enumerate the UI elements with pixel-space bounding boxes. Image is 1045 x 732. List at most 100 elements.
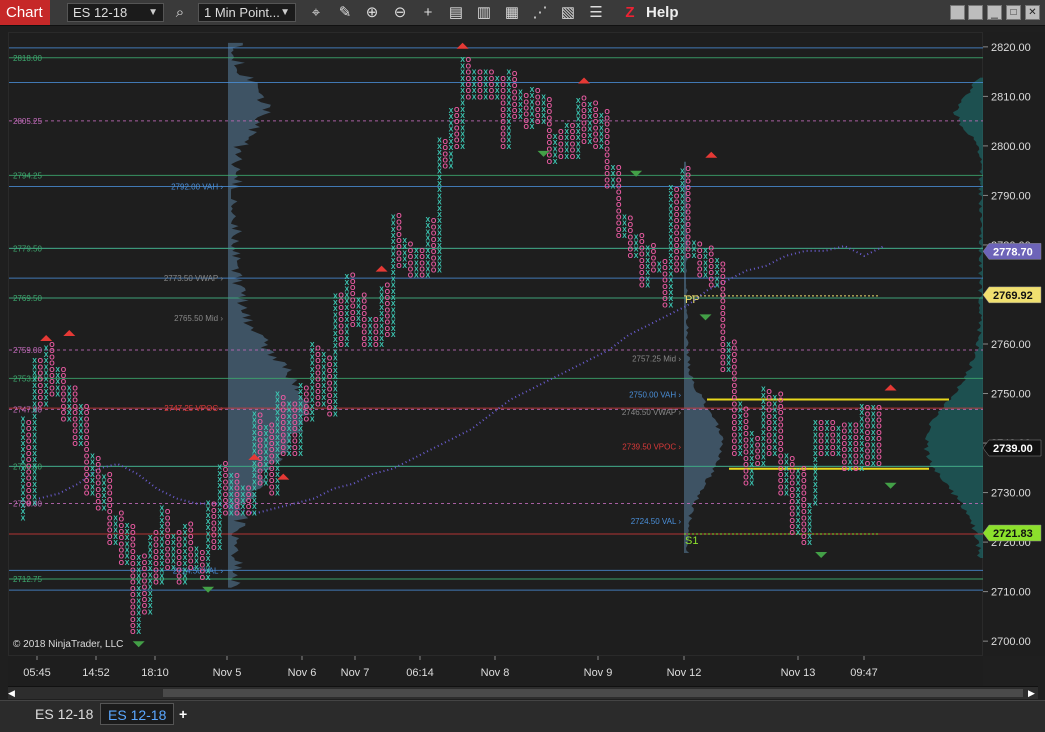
- close-icon[interactable]: ✕: [1025, 5, 1040, 20]
- pnf-x-box: X: [668, 197, 673, 204]
- pnf-x-box: X: [587, 133, 592, 140]
- pnf-o-box: O: [26, 451, 32, 458]
- pnf-o-box: O: [338, 299, 344, 306]
- pnf-o-box: O: [500, 107, 506, 114]
- zoom-out-icon[interactable]: ⊖: [390, 3, 410, 22]
- pnf-x-box: X: [437, 206, 442, 213]
- pnf-o-box: O: [431, 243, 437, 250]
- pnf-x-box: X: [206, 525, 211, 532]
- maximize-icon[interactable]: □: [1006, 5, 1021, 20]
- minimize-icon[interactable]: _: [987, 5, 1002, 20]
- pnf-x-box: X: [576, 110, 581, 117]
- pnf-o-box: O: [732, 352, 738, 359]
- pnf-o-box: O: [801, 491, 807, 498]
- pnf-x-box: X: [21, 435, 26, 442]
- horizontal-scrollbar[interactable]: ◀ ▶: [8, 686, 1038, 699]
- pnf-x-box: X: [240, 510, 245, 517]
- pnf-o-box: O: [778, 466, 784, 473]
- add-tab-button[interactable]: +: [172, 703, 194, 725]
- pnf-o-box: O: [61, 385, 67, 392]
- price-axis[interactable]: 2820.002810.002800.002790.002780.002770.…: [983, 32, 1045, 656]
- help-button[interactable]: Help: [646, 3, 679, 22]
- pnf-o-box: O: [176, 536, 182, 543]
- pnf-o-box: O: [732, 377, 738, 384]
- indicators-icon[interactable]: ⋰: [530, 3, 550, 22]
- time-axis[interactable]: 05:45 14:52 18:10 Nov 5 Nov 6 Nov 7 06:14 Nov 8…: [8, 656, 983, 686]
- left-level-label-5: 2759.00: [13, 346, 42, 355]
- pnf-x-box: X: [148, 609, 153, 616]
- tab-es-12-18-inactive[interactable]: ES 12-18: [28, 703, 100, 725]
- pnf-x-box: X: [437, 212, 442, 219]
- tab-es-12-18-active[interactable]: ES 12-18: [100, 703, 174, 725]
- pnf-x-box: X: [44, 358, 49, 365]
- pnf-x-box: X: [611, 165, 616, 172]
- pnf-x-box: X: [680, 231, 685, 238]
- crosshair-x-icon[interactable]: ⌖: [306, 3, 326, 22]
- pnf-o-box: O: [865, 436, 871, 443]
- pnf-o-box: O: [38, 395, 44, 402]
- scroll-right-arrow-icon[interactable]: ▶: [1028, 687, 1038, 699]
- data-box-icon[interactable]: ▤: [446, 3, 466, 22]
- pnf-o-box: O: [535, 107, 541, 114]
- properties-icon[interactable]: ▥: [474, 3, 494, 22]
- pnf-o-box: O: [778, 441, 784, 448]
- pnf-x-box: X: [321, 352, 326, 359]
- zoom-in-icon[interactable]: ⊕: [362, 3, 382, 22]
- pnf-o-box: O: [454, 132, 460, 139]
- pnf-o-box: O: [801, 534, 807, 541]
- pnf-o-box: O: [604, 122, 610, 129]
- pnf-o-box: O: [304, 385, 310, 392]
- pnf-x-box: X: [379, 342, 384, 349]
- period-selector[interactable]: 1 Min Point... ▼: [198, 3, 296, 22]
- pnf-x-box: X: [183, 561, 188, 568]
- window-restore-icon[interactable]: [968, 5, 983, 20]
- pnf-o-box: O: [830, 426, 836, 433]
- y-tick-label-3: 2790.00: [991, 190, 1031, 202]
- chart-canvas: 2818.002805.252794.252779.502769.502759.…: [9, 33, 984, 657]
- pnf-x-box: X: [287, 401, 292, 408]
- pnf-o-box: O: [315, 389, 321, 396]
- pnf-column-135: OOOOOOOOOOOOO: [801, 466, 807, 547]
- pnf-o-box: O: [38, 389, 44, 396]
- pnf-o-box: O: [732, 408, 738, 415]
- chart-window-title: Chart: [0, 0, 50, 25]
- crosshair-icon[interactable]: +: [418, 3, 438, 22]
- z-logo-icon[interactable]: Z: [620, 3, 640, 22]
- pnf-o-box: O: [72, 398, 78, 405]
- pnf-o-box: O: [257, 431, 263, 438]
- window-minimize-toggle-icon[interactable]: [950, 5, 965, 20]
- x-tick-label-10: Nov 13: [781, 667, 816, 679]
- scroll-left-arrow-icon[interactable]: ◀: [8, 687, 18, 699]
- chart-plot-area[interactable]: 2818.00 2805.25 2794.25 2779.50 2769.50 2759.…: [8, 32, 983, 656]
- pnf-column-53: OOOOOOOOOO: [327, 356, 333, 419]
- strategies-icon[interactable]: ▧: [558, 3, 578, 22]
- pnf-x-box: X: [553, 153, 558, 160]
- pnf-column-125: OOOOOOOOOOOOO: [743, 406, 749, 487]
- pnf-x-box: X: [148, 566, 153, 573]
- pnf-x-box: X: [507, 132, 512, 139]
- pnf-o-box: O: [732, 389, 738, 396]
- pnf-o-box: O: [547, 128, 553, 135]
- search-icon[interactable]: ⌕: [170, 3, 190, 22]
- pnf-x-box: X: [668, 265, 673, 272]
- pnf-x-box: X: [391, 276, 396, 283]
- pnf-o-box: O: [95, 474, 101, 481]
- pnf-x-box: X: [148, 597, 153, 604]
- scrollbar-thumb[interactable]: [163, 689, 1023, 697]
- pnf-o-box: O: [281, 408, 287, 415]
- pnf-o-box: O: [119, 517, 125, 524]
- pnf-x-box: X: [252, 467, 257, 474]
- pnf-o-box: O: [697, 266, 703, 273]
- pnf-x-box: X: [836, 426, 841, 433]
- chart-style-icon[interactable]: ▦: [502, 3, 522, 22]
- pencil-icon[interactable]: ✎: [335, 3, 355, 22]
- instrument-selector[interactable]: ES 12-18 ▼: [67, 3, 164, 22]
- pnf-o-box: O: [842, 447, 848, 454]
- pnf-o-box: O: [165, 528, 171, 535]
- templates-icon[interactable]: ☰: [586, 3, 606, 22]
- pnf-o-box: O: [790, 481, 796, 488]
- pnf-x-box: X: [275, 422, 280, 429]
- pnf-x-box: X: [310, 398, 315, 405]
- pnf-o-box: O: [720, 336, 726, 343]
- pnf-o-box: O: [818, 432, 824, 439]
